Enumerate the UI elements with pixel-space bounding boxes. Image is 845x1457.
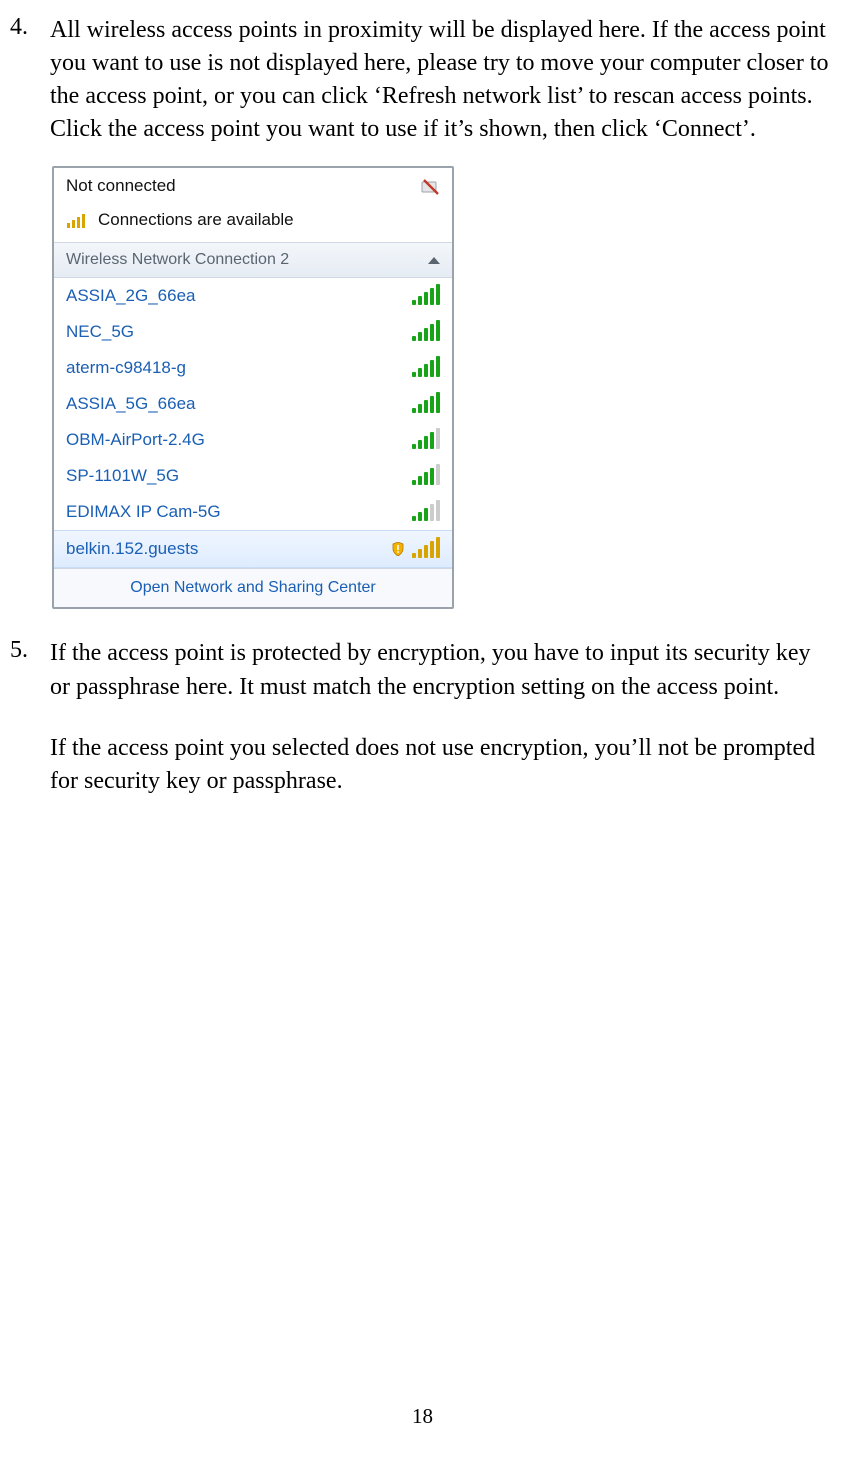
status-label: Not connected	[66, 176, 176, 196]
wifi-bars-icon	[66, 211, 88, 229]
open-network-warning-icon	[392, 542, 404, 556]
signal-cell	[412, 359, 440, 377]
signal-icon	[412, 467, 440, 485]
network-name: NEC_5G	[66, 322, 134, 342]
list-text-secondary: If the access point you selected does no…	[50, 732, 835, 798]
signal-icon	[412, 395, 440, 413]
signal-icon	[412, 287, 440, 305]
document-page: 4. All wireless access points in proximi…	[0, 0, 845, 1457]
section-header[interactable]: Wireless Network Connection 2	[54, 242, 452, 278]
network-name: belkin.152.guests	[66, 539, 198, 559]
signal-icon	[412, 540, 440, 558]
signal-icon	[412, 503, 440, 521]
available-row: Connections are available	[54, 204, 452, 242]
network-name: aterm-c98418-g	[66, 358, 186, 378]
network-name: SP-1101W_5G	[66, 466, 179, 486]
signal-cell	[412, 503, 440, 521]
list-number: 5.	[10, 637, 28, 664]
signal-cell	[412, 287, 440, 305]
signal-icon	[412, 431, 440, 449]
network-item[interactable]: aterm-c98418-g	[54, 350, 452, 386]
network-list: ASSIA_2G_66ea NEC_5G aterm-c98418-g	[54, 278, 452, 568]
list-item-4: 4. All wireless access points in proximi…	[10, 14, 835, 146]
screenshot-container: Not connected Connections are available …	[52, 166, 835, 609]
status-row: Not connected	[54, 168, 452, 204]
network-item[interactable]: SP-1101W_5G	[54, 458, 452, 494]
network-item-selected[interactable]: belkin.152.guests	[54, 530, 452, 568]
signal-cell	[392, 540, 440, 558]
network-item[interactable]: NEC_5G	[54, 314, 452, 350]
network-item[interactable]: EDIMAX IP Cam-5G	[54, 494, 452, 530]
network-name: ASSIA_2G_66ea	[66, 286, 195, 306]
collapse-caret-icon	[428, 257, 440, 264]
signal-icon	[412, 323, 440, 341]
flyout-footer: Open Network and Sharing Center	[54, 568, 452, 607]
signal-cell	[412, 431, 440, 449]
list-item-5: 5. If the access point is protected by e…	[10, 637, 835, 797]
signal-icon	[412, 359, 440, 377]
network-item[interactable]: ASSIA_2G_66ea	[54, 278, 452, 314]
network-item[interactable]: ASSIA_5G_66ea	[54, 386, 452, 422]
signal-cell	[412, 467, 440, 485]
available-label: Connections are available	[98, 210, 294, 230]
signal-cell	[412, 323, 440, 341]
list-text: If the access point is protected by encr…	[50, 637, 835, 703]
network-item[interactable]: OBM-AirPort-2.4G	[54, 422, 452, 458]
open-network-center-link[interactable]: Open Network and Sharing Center	[130, 579, 375, 596]
page-content: 4. All wireless access points in proximi…	[0, 0, 845, 798]
wifi-flyout: Not connected Connections are available …	[52, 166, 454, 609]
network-name: OBM-AirPort-2.4G	[66, 430, 205, 450]
section-title: Wireless Network Connection 2	[66, 251, 289, 269]
signal-cell	[412, 395, 440, 413]
disconnected-icon	[420, 176, 440, 196]
network-name: EDIMAX IP Cam-5G	[66, 502, 221, 522]
list-number: 4.	[10, 14, 28, 41]
list-text: All wireless access points in proximity …	[50, 14, 835, 146]
page-number: 18	[0, 1404, 845, 1429]
network-name: ASSIA_5G_66ea	[66, 394, 195, 414]
